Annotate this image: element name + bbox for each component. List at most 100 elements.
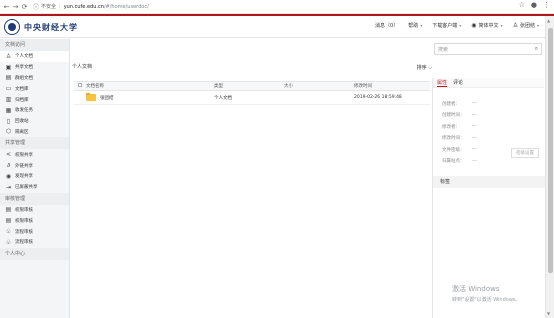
sidebar-item-recycle-bin[interactable]: ▯ 回收站 <box>0 116 69 127</box>
sidebar-item-flow-audit-1[interactable]: ♧ 流程审核 <box>0 226 69 237</box>
column-header[interactable]: 文档名称 <box>86 83 214 89</box>
search-placeholder: 搜索 <box>438 46 449 53</box>
sidebar-item-library[interactable]: ▭ 文档库 <box>0 83 69 94</box>
share-icon: < <box>5 151 12 159</box>
scroll-up-icon[interactable]: ▲ <box>547 18 550 23</box>
property-row: 创建时间： --- <box>442 110 544 122</box>
sidebar-section-title: 文档访问 <box>0 39 69 51</box>
sidebar-item-permission-audit-1[interactable]: ▤ 权限审核 <box>0 205 69 216</box>
sidebar-item-group-docs[interactable]: ▤ 群组文档 <box>0 73 69 84</box>
url-host: yun.cufe.edu.cn <box>63 3 104 10</box>
quarantine-icon: ⬡ <box>5 128 12 136</box>
sidebar-item-label: 外链共享 <box>15 163 33 169</box>
more-icon[interactable]: ⋮ <box>543 1 550 9</box>
help-menu[interactable]: 帮助 ▾ <box>408 22 422 29</box>
sidebar-section-title: 个人中心 <box>0 247 69 260</box>
address-bar[interactable]: ⓘ 不安全 | yun.cufe.edu.cn /#/home/userdoc/ <box>33 2 538 12</box>
property-value: --- <box>472 112 477 118</box>
property-value: --- <box>472 147 477 153</box>
chevron-down-icon: ⌵ <box>428 65 432 71</box>
type-cell: 个人文档 <box>214 95 232 101</box>
sidebar-item-permission-audit-2[interactable]: ▤ 权限审核 <box>0 215 69 226</box>
help-label: 帮助 <box>408 23 419 29</box>
document-table: 文档名称 类型 大小 修改时间 张团结 个人文档 2019-02-26 18:5… <box>74 81 430 105</box>
sidebar-item-permission-share[interactable]: < 权限共享 <box>0 149 69 160</box>
browser-toolbar: ← → ⟳ ⓘ 不安全 | yun.cufe.edu.cn /#/home/us… <box>0 0 554 14</box>
url-path: /#/home/userdoc/ <box>103 3 149 10</box>
search-icon[interactable]: ⌕ <box>535 45 538 53</box>
modified-cell: 2019-02-26 18:59:48 <box>354 95 402 100</box>
tags-section-title: 标签 <box>433 176 545 188</box>
sidebar-item-blocked-share[interactable]: ⇥ 已屏蔽共享 <box>0 182 69 193</box>
windows-activation-watermark: 激活 Windows 转到"设置"以激活 Windows。 <box>452 284 521 303</box>
sidebar-item-quarantine[interactable]: ⬡ 隔离区 <box>0 127 69 138</box>
property-value: --- <box>472 124 477 130</box>
scrollbar-thumb[interactable] <box>548 28 553 273</box>
sidebar-item-label: 已屏蔽共享 <box>15 185 38 191</box>
star-icon[interactable]: ☆ <box>519 1 525 9</box>
scroll-down-icon[interactable]: ▼ <box>547 311 550 316</box>
table-row[interactable]: 张团结 个人文档 2019-02-26 18:59:48 <box>74 91 430 105</box>
property-key: 创建时间： <box>442 113 465 119</box>
property-key: 修改者： <box>442 124 460 130</box>
property-row: 创建者： --- <box>442 98 544 110</box>
user-icon: ♙ <box>512 22 518 29</box>
audit-icon: ▤ <box>5 217 12 225</box>
select-all-checkbox[interactable] <box>78 83 82 87</box>
sidebar-item-personal-docs[interactable]: ♙ 个人文档 <box>0 51 69 62</box>
property-value: --- <box>472 135 477 141</box>
user-name: 张团结 <box>519 23 535 29</box>
person-icon: ♙ <box>5 52 12 60</box>
chevron-down-icon: ▾ <box>536 23 539 28</box>
forward-icon[interactable]: → <box>11 3 20 11</box>
sidebar-item-link-share[interactable]: ∂ 外链共享 <box>0 160 69 171</box>
search-input[interactable]: 搜索 ⌕ <box>434 43 542 55</box>
sidebar-item-label: 隔离区 <box>15 129 29 135</box>
sidebar-item-flow-audit-2[interactable]: ♧ 流程审核 <box>0 237 69 248</box>
sidebar-item-archive[interactable]: ▥ 归档库 <box>0 94 69 105</box>
sidebar-section-title: 共享管理 <box>0 137 69 150</box>
folder-icon <box>86 92 96 101</box>
column-header[interactable]: 修改时间 <box>354 83 430 89</box>
account-icon[interactable]: ● <box>531 1 537 9</box>
document-name[interactable]: 张团结 <box>100 95 114 101</box>
sidebar-item-tasks[interactable]: ▦ 收发任务 <box>0 105 69 116</box>
sidebar-item-shared-docs[interactable]: ▣ 共享文档 <box>0 62 69 73</box>
sidebar-item-label: 流程审核 <box>15 240 33 246</box>
sidebar-item-label: 流程审核 <box>15 229 33 235</box>
app-header: 中央财经大学 消息（0） 帮助 ▾ 下载客户端 ▾ ◉ 简体中文 ▾ ♙ 张团结 ▾ <box>0 16 545 38</box>
classify-button[interactable]: 密级设置 <box>511 148 539 158</box>
properties-panel: 属性 评论 创建者： --- 创建时间： --- 修改者： --- 修改时间： --- … <box>432 78 545 318</box>
property-row: 修改者： --- <box>442 121 544 133</box>
user-menu[interactable]: ♙ 张团结 ▾ <box>513 22 539 29</box>
sidebar-item-label: 文档库 <box>15 86 29 92</box>
column-header[interactable]: 类型 <box>214 83 284 89</box>
table-header: 文档名称 类型 大小 修改时间 <box>74 81 430 91</box>
language-menu[interactable]: ◉ 简体中文 ▾ <box>471 22 502 29</box>
column-header[interactable]: 大小 <box>284 83 354 89</box>
tab-properties[interactable]: 属性 <box>437 79 448 87</box>
sidebar: 文档访问 ♙ 个人文档 ▣ 共享文档 ▤ 群组文档 ▭ 文档库 ▥ 归档库 ▦ 收发任务 ▯… <box>0 39 70 318</box>
archive-icon: ▥ <box>5 96 12 104</box>
sidebar-item-label: 权限共享 <box>15 152 33 158</box>
property-key: 修改时间： <box>442 136 465 142</box>
library-icon: ▭ <box>5 85 12 93</box>
property-key: 文件密级： <box>442 147 465 153</box>
property-key: 归属站点： <box>442 159 465 165</box>
watermark-subtitle: 转到"设置"以激活 Windows。 <box>452 297 521 303</box>
tab-comments[interactable]: 评论 <box>453 79 463 86</box>
logo[interactable]: 中央财经大学 <box>4 19 78 35</box>
sidebar-item-label: 个人文档 <box>15 54 33 60</box>
share-folder-icon: ▣ <box>5 63 12 71</box>
eye-icon: ◉ <box>5 172 12 180</box>
reload-icon[interactable]: ⟳ <box>20 3 29 11</box>
page-scrollbar[interactable]: ▲ ▼ <box>545 16 554 318</box>
group-icon: ▤ <box>5 74 12 82</box>
sidebar-item-label: 权限审核 <box>15 218 33 224</box>
back-icon[interactable]: ← <box>2 3 11 11</box>
sort-dropdown[interactable]: 排序 ⌵ <box>417 64 432 71</box>
sidebar-item-discover-share[interactable]: ◉ 发现共享 <box>0 171 69 182</box>
download-client-menu[interactable]: 下载客户端 ▾ <box>432 22 461 29</box>
link-icon: ∂ <box>6 162 11 170</box>
messages-link[interactable]: 消息（0） <box>375 22 398 29</box>
